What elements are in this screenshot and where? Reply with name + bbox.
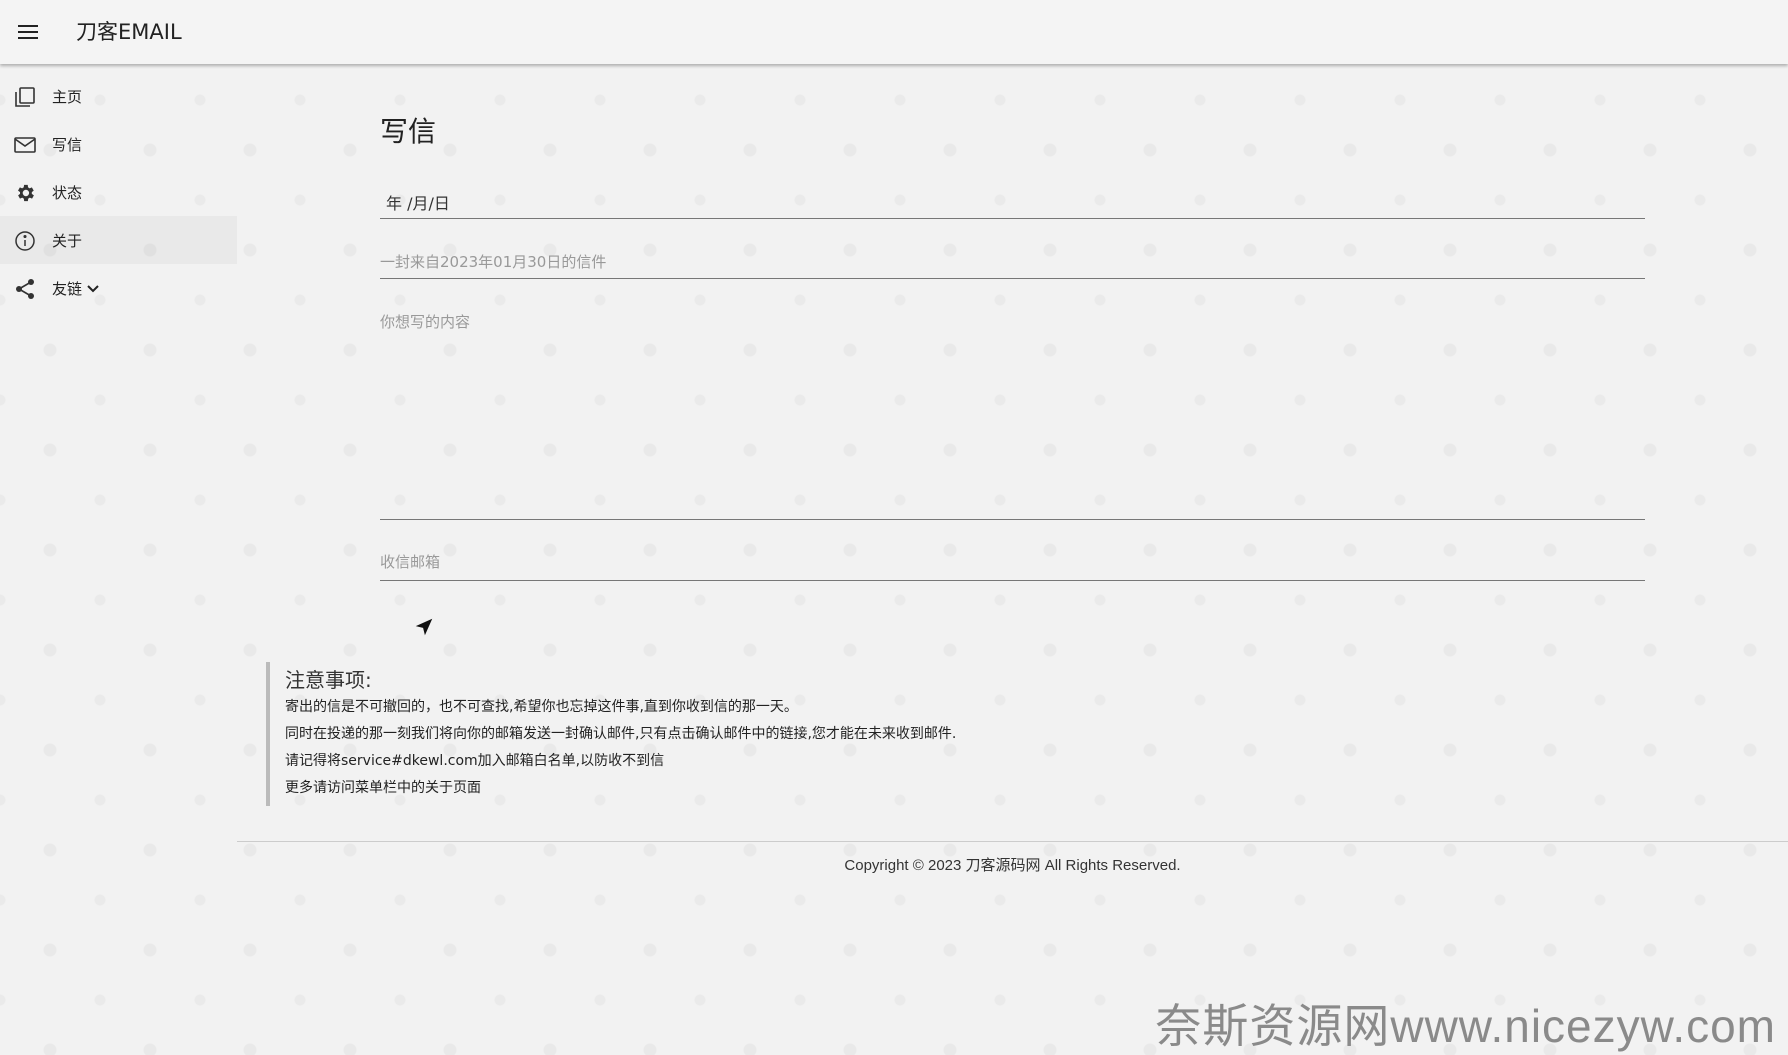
menu-icon[interactable] [12, 16, 44, 48]
copy-icon [13, 85, 37, 109]
notice-line: 寄出的信是不可撤回的，也不可查找,希望你也忘掉这件事,直到你收到信的那一天。 [285, 699, 798, 715]
sidebar-item-compose[interactable]: 写信 [0, 120, 237, 168]
sidebar: 主页 写信 状态 关于 友链 [0, 72, 237, 312]
date-field[interactable]: 年 /月/日 [380, 182, 1645, 219]
sidebar-item-label: 友链 [52, 279, 83, 298]
send-icon [413, 616, 435, 642]
mail-icon [13, 133, 37, 157]
watermark-text: 奈斯资源网www.nicezyw.com [1155, 1000, 1776, 1052]
subject-field[interactable]: 一封来自2023年01月30日的信件 [380, 245, 1645, 279]
send-button[interactable] [410, 615, 438, 643]
date-placeholder: 年 /月/日 [386, 194, 450, 213]
notice-line: 更多请访问菜单栏中的关于页面 [285, 780, 481, 796]
info-icon [13, 229, 37, 253]
notice-title: 注意事项: [285, 668, 372, 692]
chevron-down-icon[interactable] [86, 281, 100, 295]
top-app-bar: 刀客EMAIL [0, 0, 1788, 64]
share-icon [13, 277, 37, 301]
copyright-text: Copyright © 2023 刀客源码网 All Rights Reserv… [844, 857, 1181, 874]
sidebar-item-about[interactable]: 关于 [0, 216, 237, 264]
notice-block: 注意事项: 寄出的信是不可撤回的，也不可查找,希望你也忘掉这件事,直到你收到信的… [266, 662, 1126, 806]
email-placeholder: 收信邮箱 [380, 553, 441, 571]
email-field[interactable]: 收信邮箱 [380, 547, 1645, 581]
page-title: 写信 [380, 115, 437, 148]
sidebar-item-home[interactable]: 主页 [0, 72, 237, 120]
app-title[interactable]: 刀客EMAIL [76, 18, 182, 46]
sidebar-item-label: 主页 [52, 87, 83, 106]
content-textarea[interactable]: 你想写的内容 [380, 305, 1645, 520]
subject-placeholder: 一封来自2023年01月30日的信件 [380, 253, 607, 271]
sidebar-item-status[interactable]: 状态 [0, 168, 237, 216]
gear-icon [13, 181, 37, 205]
footer-divider [237, 841, 1788, 842]
sidebar-item-links[interactable]: 友链 [0, 264, 237, 312]
sidebar-item-label: 写信 [52, 135, 83, 154]
notice-line: 同时在投递的那一刻我们将向你的邮箱发送一封确认邮件,只有点击确认邮件中的链接,您… [285, 726, 957, 742]
content-placeholder: 你想写的内容 [380, 313, 471, 331]
notice-line: 请记得将service#dkewl.com加入邮箱白名单,以防收不到信 [285, 753, 665, 769]
sidebar-item-label: 状态 [52, 183, 83, 202]
sidebar-item-label: 关于 [52, 231, 83, 250]
